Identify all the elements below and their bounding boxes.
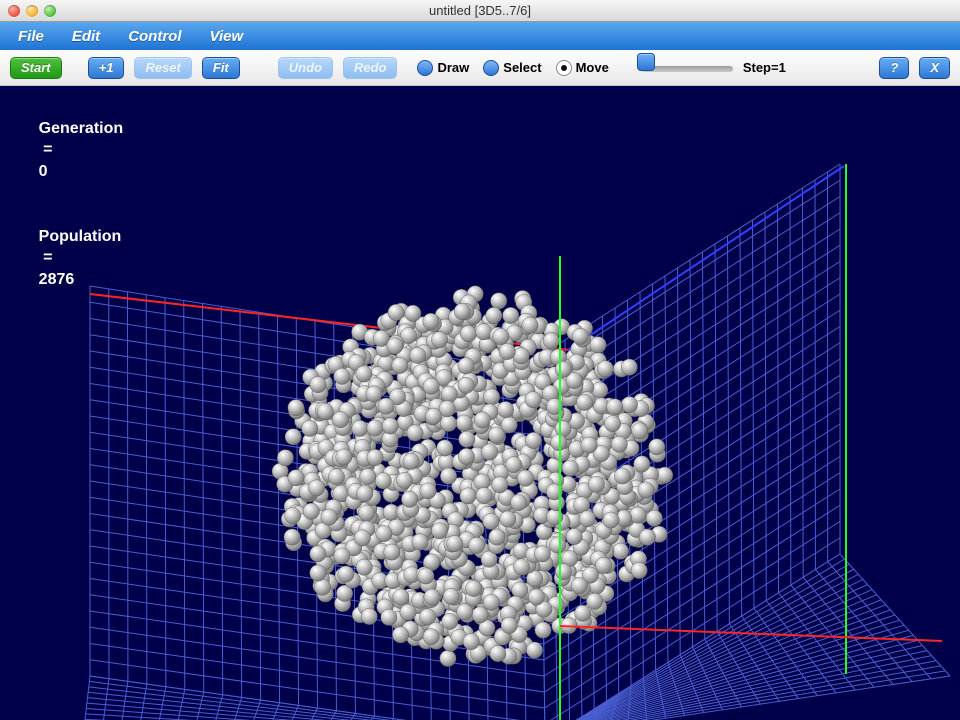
help-button[interactable]: ? [879,57,909,79]
toolbar: Start +1 Reset Fit Undo Redo Draw Select… [0,50,960,86]
step-label: Step=1 [743,60,786,75]
undo-button[interactable]: Undo [278,57,333,79]
mode-move[interactable]: Move [556,60,609,76]
radio-icon [417,60,433,76]
menu-file[interactable]: File [18,28,44,45]
menu-control[interactable]: Control [128,28,181,45]
close-button[interactable]: X [919,57,950,79]
step-slider[interactable]: Step=1 [641,60,786,75]
scene-svg [0,86,960,720]
mode-radio-group: Draw Select Move [417,60,608,76]
menu-edit[interactable]: Edit [72,28,100,45]
mode-draw-label: Draw [437,60,469,75]
reset-button[interactable]: Reset [134,57,191,79]
menu-bar: File Edit Control View [0,22,960,50]
radio-icon [556,60,572,76]
fit-button[interactable]: Fit [202,57,240,79]
redo-button[interactable]: Redo [343,57,398,79]
menu-view[interactable]: View [210,28,244,45]
step-once-button[interactable]: +1 [88,57,125,79]
window-title: untitled [3D5..7/6] [0,3,960,18]
mode-select-label: Select [503,60,541,75]
cell-cluster [272,286,673,667]
mode-select[interactable]: Select [483,60,541,76]
radio-icon [483,60,499,76]
mode-move-label: Move [576,60,609,75]
viewport-3d[interactable]: Generation = 0 Population = 2876 [0,86,960,720]
title-bar: untitled [3D5..7/6] [0,0,960,22]
start-button[interactable]: Start [10,57,62,79]
slider-thumb-icon[interactable] [637,53,655,71]
mode-draw[interactable]: Draw [417,60,469,76]
